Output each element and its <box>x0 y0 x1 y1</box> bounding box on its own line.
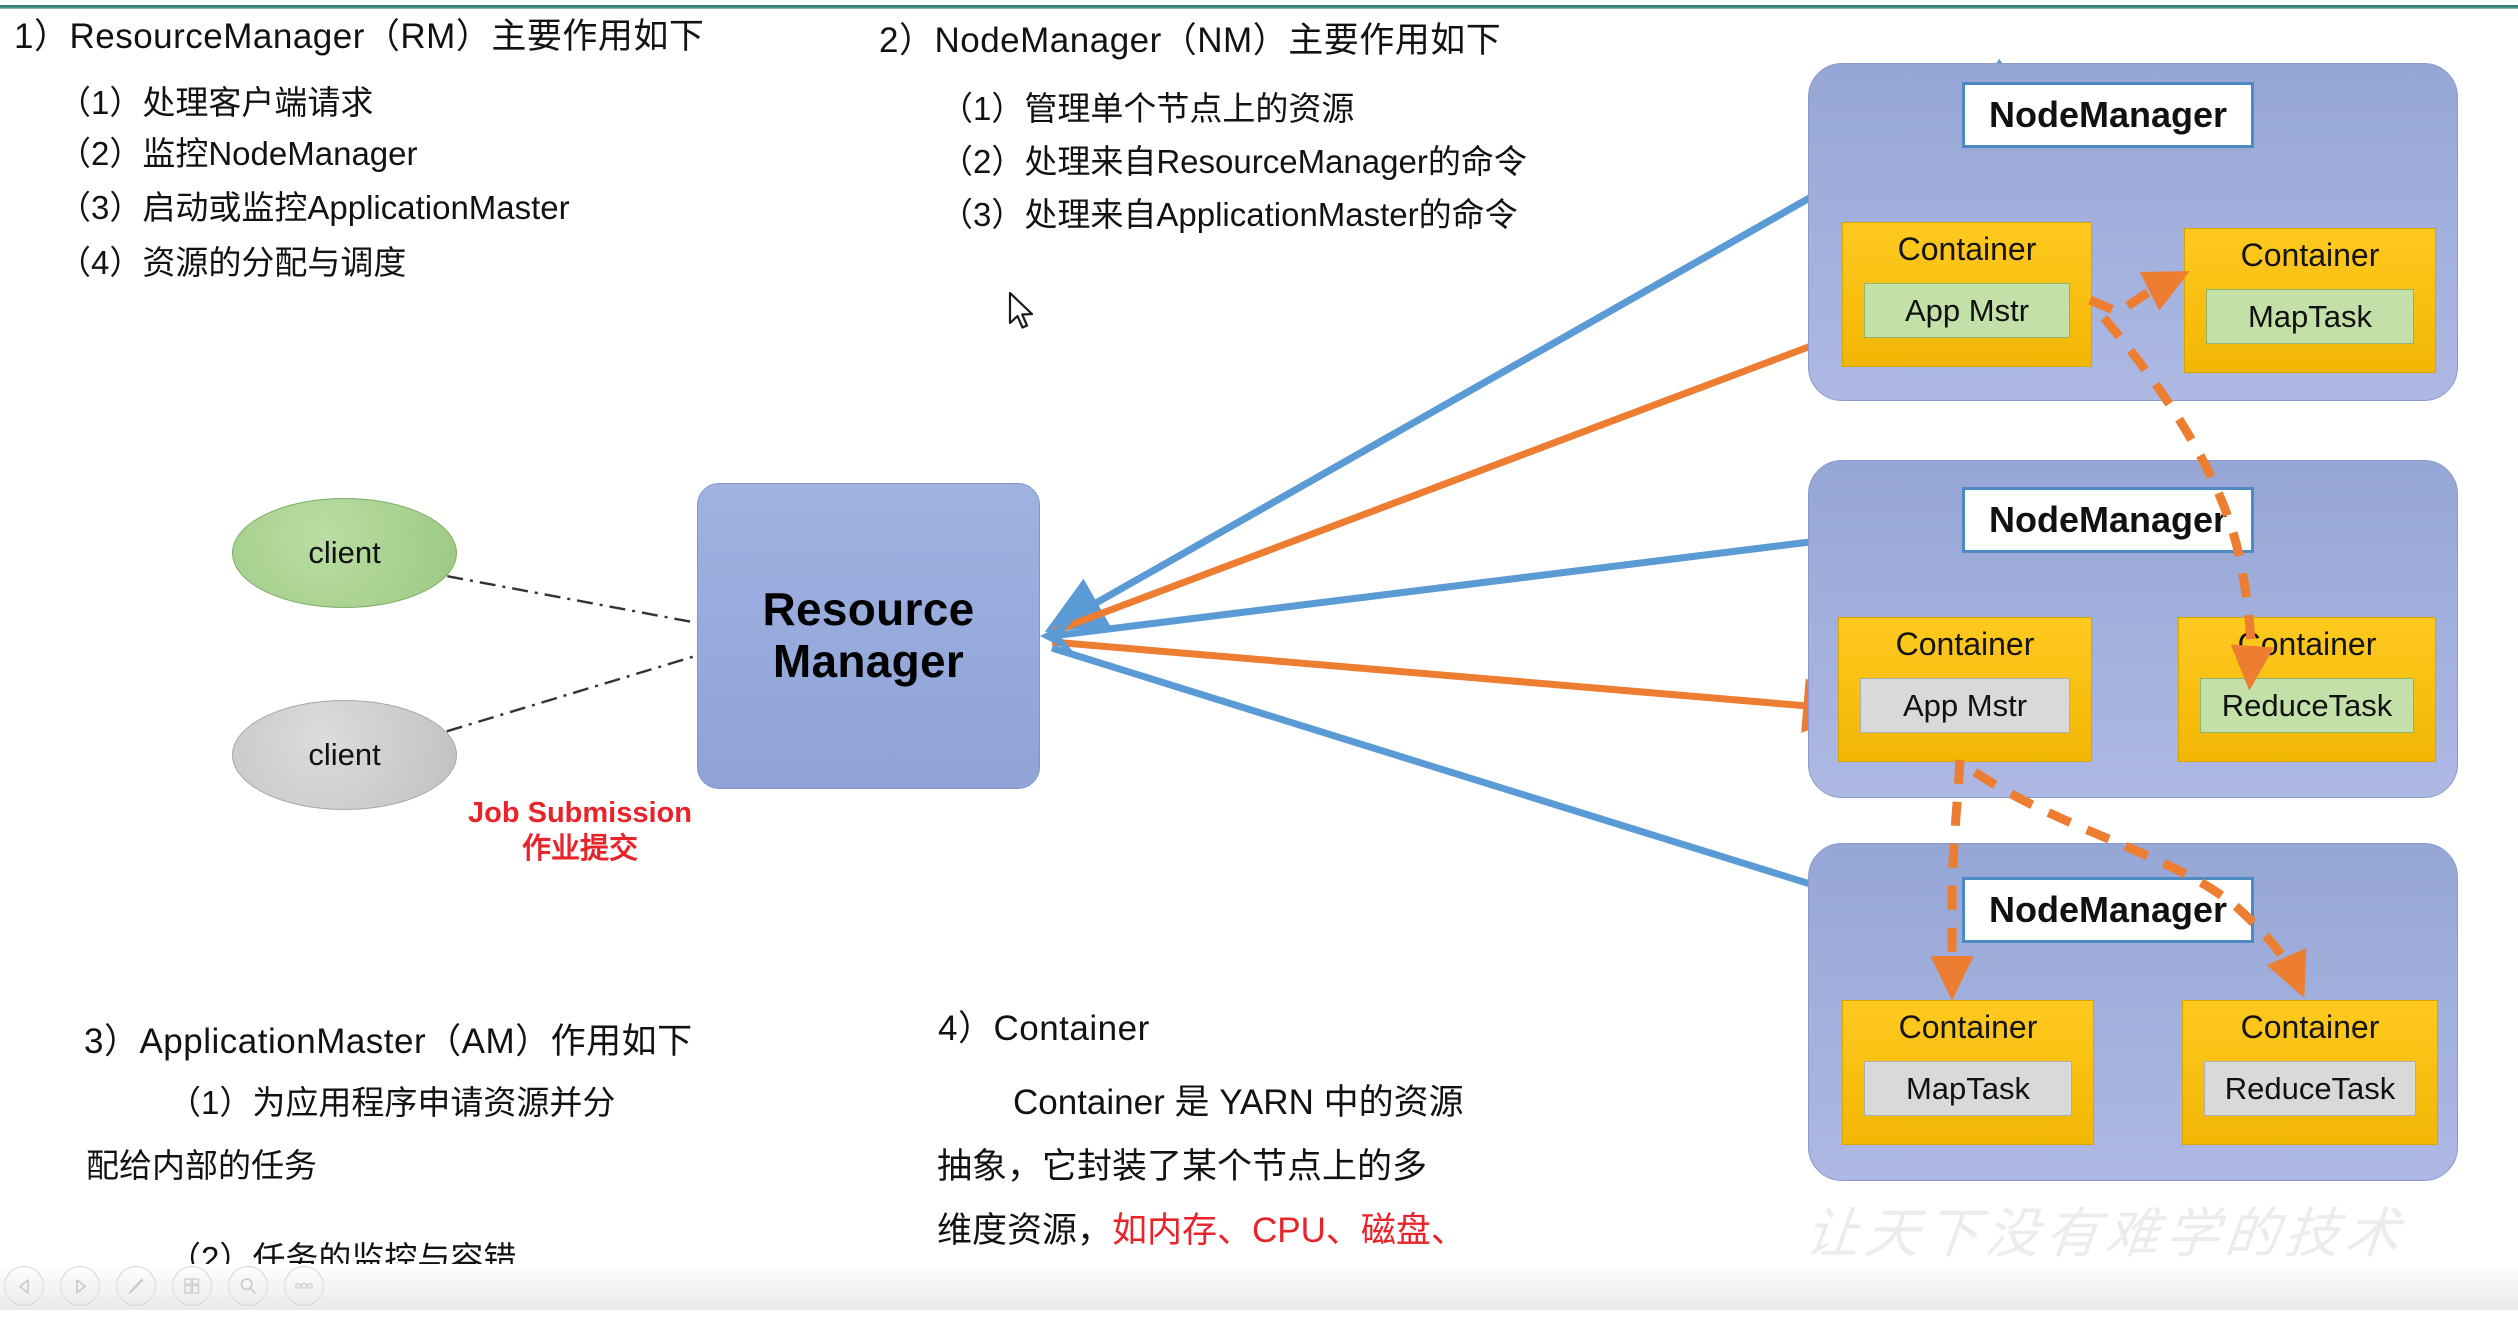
task-chip-2a: App Mstr <box>1860 678 2070 733</box>
zoom-button[interactable] <box>228 1266 268 1306</box>
task-chip-3b: ReduceTask <box>2204 1061 2416 1116</box>
mouse-cursor-icon <box>1008 292 1034 329</box>
job-submission-label-en: Job Submission <box>468 797 692 829</box>
task-chip-label-1a: App Mstr <box>1904 292 2030 328</box>
nodemanager-title-label-1: NodeManager <box>1988 94 2228 135</box>
container-box-1b: Container MapTask <box>2184 228 2436 373</box>
task-chip-1b: MapTask <box>2206 289 2414 344</box>
nodemanager-title-box-1: NodeManager <box>1962 82 2254 148</box>
container-box-2a: Container App Mstr <box>1838 617 2092 762</box>
orange-line-rm-to-appmstr2 <box>1051 638 1864 733</box>
task-chip-label-2b: ReduceTask <box>2221 687 2393 723</box>
container-caption-3b: Container <box>2240 1009 2380 1045</box>
nodemanager-title-box-2: NodeManager <box>1962 487 2254 553</box>
client-node-green-label: client <box>308 535 381 570</box>
grid-icon <box>184 1278 200 1294</box>
nodemanager-title-label-2: NodeManager <box>1988 499 2228 540</box>
resource-manager-label-line-2: Manager <box>772 635 965 687</box>
triangle-right-icon <box>75 1278 86 1294</box>
pen-button[interactable] <box>116 1266 156 1306</box>
task-chip-label-3a: MapTask <box>1905 1070 2031 1106</box>
container-box-3a: Container MapTask <box>1842 1000 2094 1145</box>
player-toolbar[interactable] <box>4 1266 324 1306</box>
task-chip-1a: App Mstr <box>1864 283 2070 338</box>
container-caption-1b: Container <box>2240 237 2380 273</box>
container-caption-2b: Container <box>2237 626 2377 662</box>
pen-icon <box>128 1278 144 1294</box>
task-chip-2b: ReduceTask <box>2200 678 2414 733</box>
blue-line-rm-to-nm3 <box>1050 644 1909 923</box>
nodemanager-title-label-3: NodeManager <box>1988 889 2228 930</box>
next-slide-button[interactable] <box>60 1266 100 1306</box>
job-submission-label-cn: 作业提交 <box>521 833 638 866</box>
more-options-button[interactable] <box>284 1266 324 1306</box>
task-chip-label-2a: App Mstr <box>1902 687 2028 723</box>
slide-canvas: 1）ResourceManager（RM）主要作用如下 （1）处理客户端请求 （… <box>0 0 2518 1314</box>
task-chip-label-1b: MapTask <box>2247 298 2373 334</box>
magnifier-icon <box>240 1278 256 1294</box>
container-caption-3a: Container <box>1898 1009 2038 1045</box>
player-bottom-bar <box>0 1264 2518 1310</box>
container-box-2b: Container ReduceTask <box>2178 617 2436 762</box>
client-node-green: client <box>232 498 457 608</box>
ellipsis-icon <box>295 1283 313 1289</box>
container-caption-1a: Container <box>1897 231 2037 267</box>
container-caption-2a: Container <box>1895 626 2035 662</box>
client-node-gray-label: client <box>308 737 381 772</box>
job-submission-label: Job Submission 作业提交 <box>440 795 720 868</box>
task-chip-3a: MapTask <box>1864 1061 2072 1116</box>
previous-slide-button[interactable] <box>4 1266 44 1306</box>
container-box-1a: Container App Mstr <box>1842 222 2092 367</box>
triangle-left-icon <box>18 1278 29 1294</box>
resource-manager-box: Resource Manager <box>697 483 1040 789</box>
yarn-architecture-diagram: client client Resource Manager Job Submi… <box>0 0 2518 1310</box>
nodemanager-title-box-3: NodeManager <box>1962 877 2254 943</box>
container-box-3b: Container ReduceTask <box>2182 1000 2438 1145</box>
task-chip-label-3b: ReduceTask <box>2224 1070 2396 1106</box>
resource-manager-label-line-1: Resource <box>762 583 975 636</box>
watermark-text: 让天下没有难学的技术 <box>1802 1204 2409 1264</box>
slide-overview-button[interactable] <box>172 1266 212 1306</box>
client-node-gray: client <box>232 700 457 810</box>
